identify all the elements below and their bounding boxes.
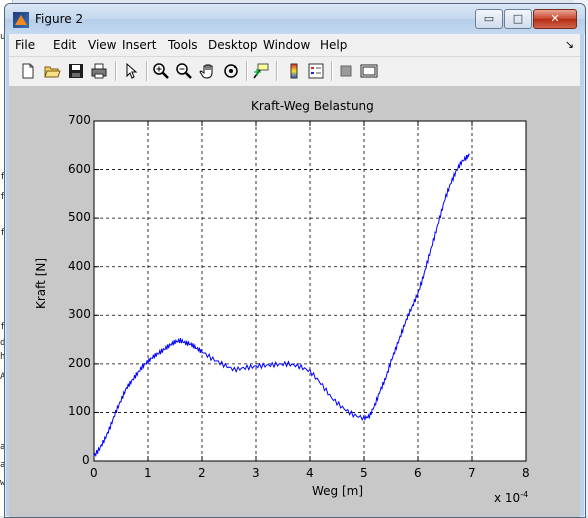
menu-insert[interactable]: Insert [122, 38, 156, 52]
figure-toolbar [9, 57, 580, 87]
close-button[interactable]: ✕ [533, 9, 577, 29]
zoom-in-icon[interactable] [152, 62, 170, 80]
dock-arrow-icon[interactable]: ↘ [565, 38, 574, 51]
y-tick-label: 600 [68, 161, 91, 176]
menu-tools[interactable]: Tools [168, 38, 198, 52]
insert-colorbar-icon[interactable] [285, 62, 303, 80]
y-tick-label: 0 [82, 453, 90, 467]
x-tick-label: 0 [90, 466, 98, 480]
figure-canvas[interactable]: Kraft-Weg Belastung Weg [m] Kraft [N] x … [9, 87, 580, 517]
y-tick-label: 300 [68, 307, 91, 322]
new-figure-icon[interactable] [19, 62, 37, 80]
plot-svg [93, 120, 527, 462]
print-icon[interactable] [90, 62, 108, 80]
x-axis-label: Weg [m] [312, 484, 364, 498]
menu-desktop[interactable]: Desktop [208, 38, 258, 52]
x-tick-label: 6 [414, 466, 422, 480]
x-multiplier-base: x 10 [494, 491, 521, 505]
menu-bar: File Edit View Insert Tools Desktop Wind… [9, 34, 580, 57]
pan-hand-icon[interactable] [199, 62, 217, 80]
rotate-3d-icon[interactable] [222, 62, 240, 80]
y-axis-label: Kraft [N] [34, 257, 48, 309]
x-multiplier-exponent: -4 [520, 490, 529, 499]
x-tick-label: 5 [360, 466, 368, 480]
title-bar[interactable]: Figure 2 ▭ □ ✕ [5, 4, 585, 34]
y-tick-label: 500 [68, 210, 91, 225]
window-title: Figure 2 [35, 12, 84, 26]
menu-file[interactable]: File [15, 38, 35, 52]
matlab-logo-icon [13, 12, 29, 28]
toolbar-separator [115, 61, 117, 81]
menu-view[interactable]: View [88, 38, 116, 52]
y-tick-label: 700 [68, 113, 91, 127]
edit-plot-arrow-icon[interactable] [122, 62, 140, 80]
save-icon[interactable] [67, 62, 85, 80]
chart-title: Kraft-Weg Belastung [251, 99, 374, 113]
y-tick-label: 400 [68, 258, 91, 273]
x-tick-label: 8 [522, 466, 530, 480]
maximize-button[interactable]: □ [504, 9, 532, 29]
toolbar-separator [276, 61, 278, 81]
open-file-icon[interactable] [43, 62, 61, 80]
x-tick-label: 2 [198, 466, 206, 480]
figure-window: Figure 2 ▭ □ ✕ File Edit View Insert Too… [4, 3, 586, 518]
toolbar-separator [331, 61, 333, 81]
x-tick-label: 4 [306, 466, 314, 480]
menu-edit[interactable]: Edit [53, 38, 76, 52]
x-tick-label: 3 [252, 466, 260, 480]
y-tick-label: 100 [68, 404, 91, 419]
data-cursor-icon[interactable] [252, 62, 270, 80]
menu-window[interactable]: Window [263, 38, 310, 52]
toolbar-separator [146, 61, 148, 81]
menu-help[interactable]: Help [320, 38, 347, 52]
x-axis-multiplier: x 10-4 [494, 490, 528, 505]
minimize-button[interactable]: ▭ [475, 9, 503, 29]
x-tick-label: 1 [144, 466, 152, 480]
x-tick-label: 7 [468, 466, 476, 480]
insert-legend-icon[interactable] [307, 62, 325, 80]
y-tick-label: 200 [68, 355, 91, 370]
hide-plot-tools-icon[interactable] [337, 62, 355, 80]
zoom-out-icon[interactable] [175, 62, 193, 80]
toolbar-separator [246, 61, 248, 81]
show-plot-tools-icon[interactable] [360, 62, 378, 80]
